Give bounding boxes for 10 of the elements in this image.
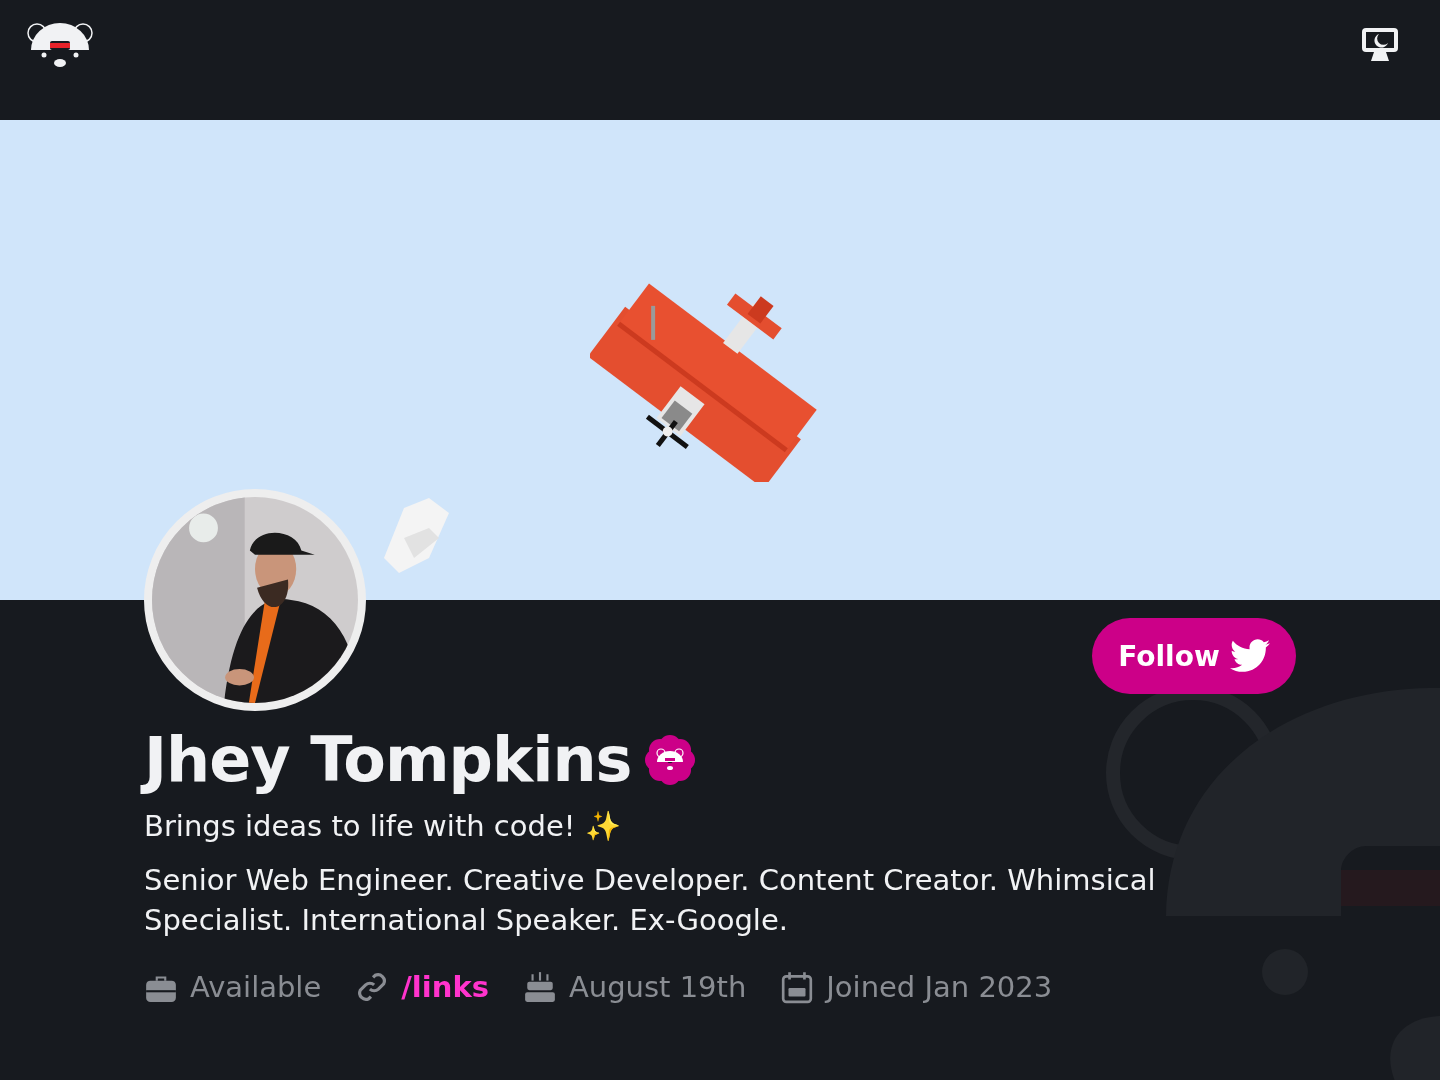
twitter-bird-icon [1229, 639, 1270, 673]
birthday-date: August 19th [568, 970, 747, 1004]
calendar-icon [780, 970, 815, 1004]
profile-bio: Senior Web Engineer. Creative Developer. Content Creator. Whimsical Specialist. International Speaker. Ex-Google. [144, 862, 1157, 939]
cake-icon [522, 970, 557, 1004]
follow-button[interactable]: Follow [1092, 618, 1296, 694]
availability-status: Available [190, 970, 322, 1004]
join-date: Joined Jan 2023 [826, 970, 1053, 1004]
profile-tagline: Brings ideas to life with code! ✨ [144, 808, 622, 845]
links-link[interactable]: /links [401, 970, 489, 1004]
